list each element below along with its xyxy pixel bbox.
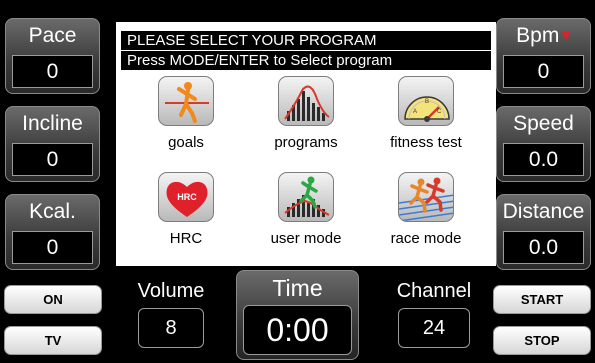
program-fitness-test-label: fitness test — [390, 134, 462, 151]
program-user-mode-label: user mode — [270, 230, 342, 247]
screen-title: PLEASE SELECT YOUR PROGRAM — [121, 31, 491, 50]
user-runner-chart-icon — [278, 172, 334, 222]
incline-panel: Incline 0 — [5, 106, 100, 182]
time-value: 0:00 — [243, 305, 352, 355]
program-programs[interactable]: programs — [244, 76, 368, 162]
gauge-icon: A B C — [398, 76, 454, 126]
speed-panel: Speed 0.0 — [496, 106, 591, 182]
kcal-value: 0 — [12, 231, 93, 264]
program-goals-label: goals — [168, 134, 204, 151]
speed-label: Speed — [513, 112, 574, 135]
runner-goal-icon — [158, 76, 214, 126]
pace-panel: Pace 0 — [5, 18, 100, 94]
race-runners-icon — [398, 172, 454, 222]
incline-value: 0 — [12, 143, 93, 176]
svg-text:A: A — [413, 109, 417, 115]
time-panel: Time 0:00 — [236, 270, 359, 360]
bpm-panel: Bpm ♥ 0 — [496, 18, 591, 94]
volume-panel: Volume 8 — [132, 280, 210, 360]
kcal-label: Kcal. — [29, 200, 76, 223]
pace-value: 0 — [12, 55, 93, 88]
distance-label: Distance — [502, 200, 585, 223]
volume-value[interactable]: 8 — [138, 308, 204, 348]
program-race-mode-label: race mode — [390, 230, 462, 247]
volume-label: Volume — [137, 280, 205, 302]
heart-icon: ♥ — [561, 27, 571, 44]
pace-label: Pace — [28, 24, 77, 47]
tv-button[interactable]: TV — [4, 326, 102, 355]
channel-panel: Channel 24 — [388, 280, 480, 360]
program-race-mode[interactable]: race mode — [364, 172, 488, 258]
distance-panel: Distance 0.0 — [496, 194, 591, 270]
program-user-mode[interactable]: user mode — [244, 172, 368, 258]
channel-value[interactable]: 24 — [398, 308, 470, 348]
screen-subtitle: Press MODE/ENTER to Select program — [121, 51, 491, 70]
bar-chart-icon — [278, 76, 334, 126]
incline-label: Incline — [22, 112, 83, 135]
bpm-label: Bpm — [516, 24, 560, 47]
program-hrc-label: HRC — [169, 230, 203, 247]
program-fitness-test[interactable]: A B C fitness test — [364, 76, 488, 162]
stop-button[interactable]: STOP — [493, 326, 591, 355]
hrc-badge-text: HRC — [177, 192, 197, 202]
hrc-heart-icon: HRC — [158, 172, 214, 222]
program-selection-screen: PLEASE SELECT YOUR PROGRAM Press MODE/EN… — [116, 22, 496, 266]
program-goals[interactable]: goals — [124, 76, 248, 162]
svg-text:C: C — [437, 109, 442, 115]
time-label: Time — [272, 275, 323, 301]
channel-label: Channel — [396, 280, 472, 302]
svg-text:B: B — [425, 99, 429, 105]
kcal-panel: Kcal. 0 — [5, 194, 100, 270]
bpm-value: 0 — [503, 55, 584, 88]
start-button[interactable]: START — [493, 285, 591, 314]
on-button[interactable]: ON — [4, 285, 102, 314]
program-programs-label: programs — [274, 134, 338, 151]
distance-value: 0.0 — [503, 231, 584, 264]
program-hrc[interactable]: HRC HRC — [124, 172, 248, 258]
speed-value: 0.0 — [503, 143, 584, 176]
